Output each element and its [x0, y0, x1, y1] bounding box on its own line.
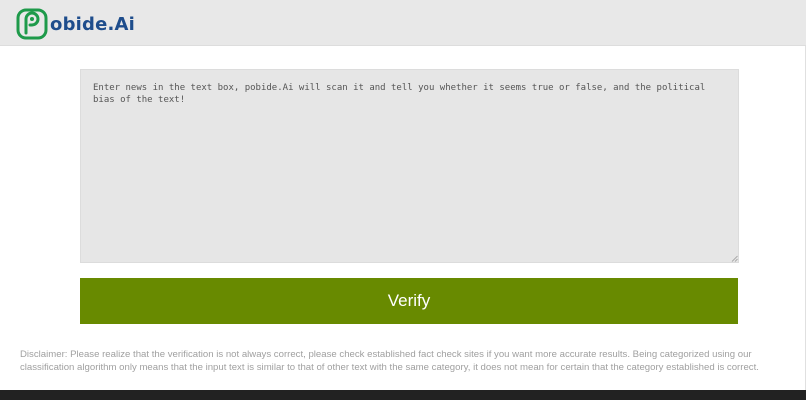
brand-name: obide.Ai [50, 13, 136, 35]
top-navbar: obide.Ai [0, 0, 806, 46]
stylized-p-logo-icon [16, 8, 48, 40]
news-text-input[interactable] [80, 69, 739, 263]
brand-link[interactable]: obide.Ai [16, 8, 135, 40]
disclaimer-text: Disclaimer: Please realize that the veri… [20, 349, 759, 373]
page: obide.Ai Verify Disclaimer: Please reali… [0, 0, 806, 400]
verify-button[interactable]: Verify [80, 278, 738, 324]
footer-bar [0, 390, 806, 400]
resize-handle-icon[interactable] [731, 255, 738, 262]
